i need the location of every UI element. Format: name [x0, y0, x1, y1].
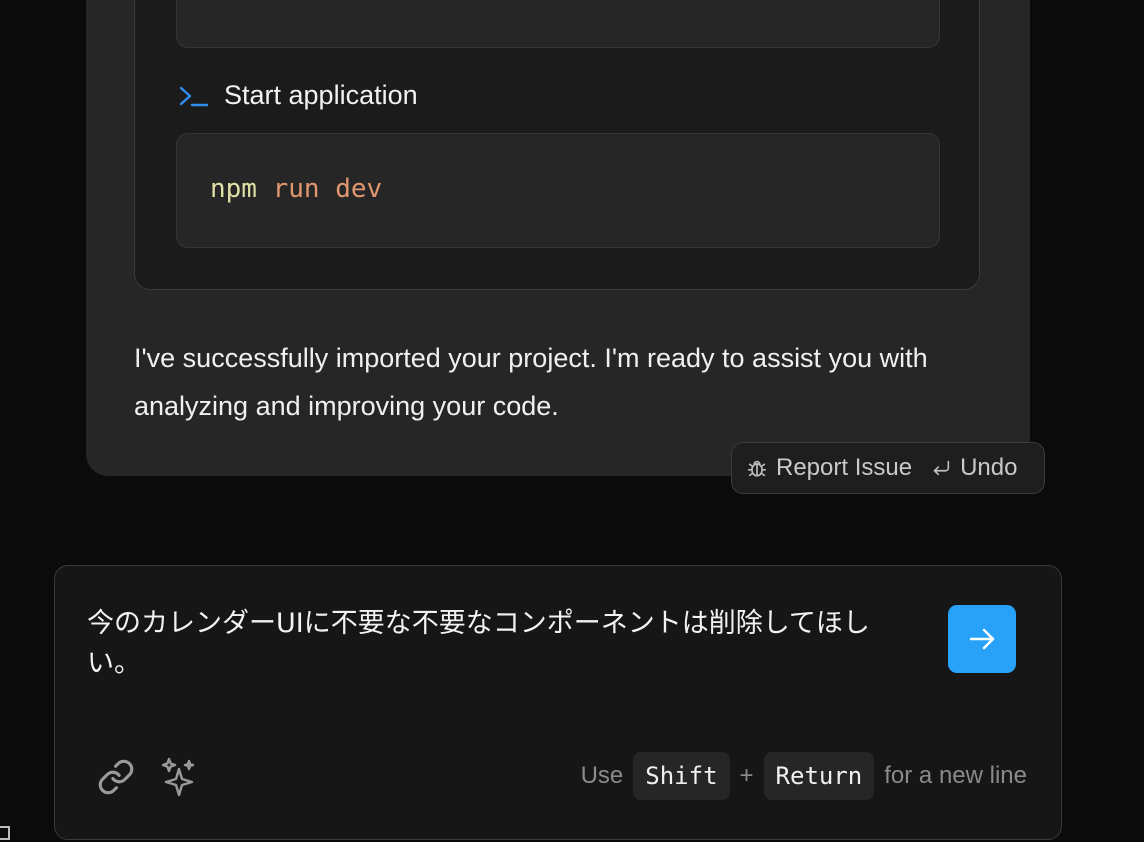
arrow-right-icon [969, 628, 995, 650]
code-command: npm [210, 174, 257, 204]
code-args: run dev [272, 174, 383, 204]
sparkle-icon[interactable] [159, 756, 199, 798]
terminal-icon [179, 86, 209, 106]
code-block: npm run dev [176, 133, 940, 248]
message-input[interactable]: 今のカレンダーUIに不要な不要なコンポーネントは削除してほしい。 [87, 604, 917, 704]
hint-plus: + [739, 762, 754, 789]
return-key: Return [763, 752, 875, 800]
shift-key: Shift [633, 752, 730, 800]
hint-use: Use [580, 762, 624, 789]
hint-suffix: for a new line [884, 762, 1027, 789]
undo-label: Undo [960, 454, 1018, 481]
window-edge-marker [0, 826, 10, 840]
bug-icon [747, 460, 767, 477]
link-icon[interactable] [97, 758, 135, 796]
send-button[interactable] [948, 605, 1016, 673]
assistant-message-text: I've successfully imported your project.… [134, 343, 928, 421]
undo-icon [933, 460, 950, 476]
step-title: Start application [224, 80, 418, 110]
newline-hint: Use Shift + Return for a new line [581, 752, 1027, 800]
previous-code-block [176, 0, 940, 48]
report-issue-label: Report Issue [776, 454, 913, 481]
undo-button[interactable]: Undo [930, 454, 1017, 482]
report-issue-button[interactable]: Report Issue [746, 454, 912, 482]
chat-composer: 今のカレンダーUIに不要な不要なコンポーネントは削除してほしい。 Use Shi… [54, 565, 1062, 840]
message-actions: Report Issue Undo [731, 442, 1045, 494]
step-heading: Start application [178, 80, 418, 111]
